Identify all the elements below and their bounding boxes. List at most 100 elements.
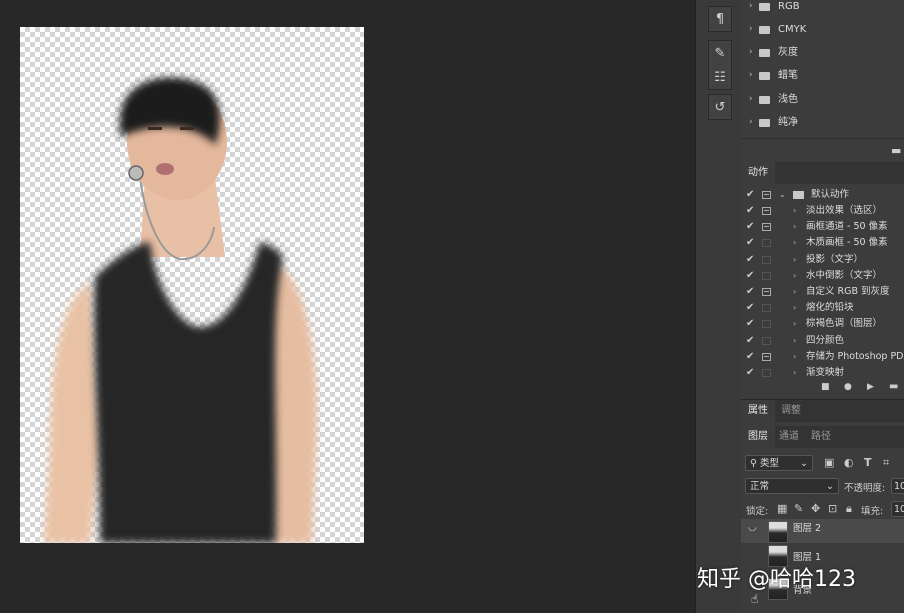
chevron-down-icon[interactable]: ⌄ bbox=[779, 187, 786, 203]
swatch-folder-light[interactable]: › 浅色 bbox=[741, 88, 904, 111]
fill-input[interactable]: 100 bbox=[891, 501, 904, 517]
tab-layers[interactable]: 图层 bbox=[741, 426, 775, 448]
chevron-right-icon[interactable]: › bbox=[793, 284, 796, 300]
chevron-right-icon[interactable]: › bbox=[749, 88, 753, 111]
dialog-toggle-icon[interactable] bbox=[762, 207, 771, 215]
swatch-folder-pastel[interactable]: › 蜡笔 bbox=[741, 64, 904, 87]
document-canvas-area[interactable] bbox=[0, 0, 695, 613]
dialog-toggle-icon[interactable] bbox=[762, 271, 771, 280]
new-set-folder-icon[interactable]: ▬ bbox=[889, 381, 898, 392]
dialog-toggle-icon[interactable] bbox=[762, 288, 771, 296]
brush-settings-icon[interactable]: ✎ bbox=[709, 41, 731, 65]
lock-all-icon[interactable]: 🔒︎ bbox=[846, 502, 852, 516]
check-icon[interactable]: ✔ bbox=[746, 187, 754, 203]
check-icon[interactable]: ✔ bbox=[746, 219, 754, 235]
tab-adjustments[interactable]: 调整 bbox=[774, 400, 808, 422]
action-row[interactable]: ✔ › 淡出效果（选区） bbox=[741, 203, 904, 219]
lock-artboard-icon[interactable]: ⊡ bbox=[828, 502, 837, 515]
eye-icon[interactable]: ◡ bbox=[748, 522, 757, 533]
type-filter-icon[interactable]: T bbox=[864, 456, 872, 469]
dialog-toggle-icon[interactable] bbox=[762, 352, 771, 361]
check-icon[interactable]: ✔ bbox=[746, 203, 754, 219]
action-label: 四分颜色 bbox=[806, 334, 845, 346]
chevron-right-icon[interactable]: › bbox=[793, 365, 796, 381]
lock-image-pixels-icon[interactable]: ✎ bbox=[794, 502, 803, 515]
dialog-toggle-icon[interactable] bbox=[762, 239, 771, 248]
chevron-right-icon[interactable]: › bbox=[793, 203, 796, 219]
dialog-toggle-icon[interactable] bbox=[762, 336, 771, 345]
check-icon[interactable]: ✔ bbox=[746, 252, 754, 268]
chevron-right-icon[interactable]: › bbox=[749, 18, 753, 41]
action-row[interactable]: ✔ › 四分颜色 bbox=[741, 333, 904, 349]
tab-channels[interactable]: 通道 bbox=[772, 426, 806, 448]
check-icon[interactable]: ✔ bbox=[746, 349, 754, 365]
chevron-right-icon[interactable]: › bbox=[793, 316, 796, 332]
swatch-folder-label: 灰度 bbox=[778, 47, 798, 58]
lock-position-icon[interactable]: ✥ bbox=[811, 502, 820, 515]
chevron-right-icon[interactable]: › bbox=[793, 333, 796, 349]
lock-transparent-pixels-icon[interactable]: ▦ bbox=[777, 502, 787, 515]
chevron-right-icon[interactable]: › bbox=[749, 111, 753, 134]
check-icon[interactable]: ✔ bbox=[746, 333, 754, 349]
action-row[interactable]: ✔ › 熔化的铅块 bbox=[741, 300, 904, 316]
dialog-toggle-icon[interactable] bbox=[762, 369, 771, 377]
chevron-right-icon[interactable]: › bbox=[793, 268, 796, 284]
action-row[interactable]: ✔ › 投影（文字） bbox=[741, 252, 904, 268]
folder-icon bbox=[759, 26, 770, 34]
stop-icon[interactable]: ■ bbox=[821, 382, 830, 392]
action-row[interactable]: ✔ › 棕褐色调（图层） bbox=[741, 316, 904, 332]
opacity-input[interactable]: 100 bbox=[891, 478, 904, 494]
tab-properties[interactable]: 属性 bbox=[741, 400, 775, 422]
action-row[interactable]: ✔ › 存储为 Photoshop PDF bbox=[741, 349, 904, 365]
check-icon[interactable]: ✔ bbox=[746, 235, 754, 251]
tab-actions[interactable]: 动作 bbox=[741, 162, 775, 184]
document-image[interactable] bbox=[20, 27, 364, 543]
record-icon[interactable]: ● bbox=[844, 382, 852, 392]
chevron-right-icon[interactable]: › bbox=[793, 235, 796, 251]
check-icon[interactable]: ✔ bbox=[746, 316, 754, 332]
new-folder-icon[interactable]: ▬ bbox=[891, 144, 901, 157]
history-icon[interactable]: ↺ bbox=[709, 95, 731, 119]
adjust-sliders-icon[interactable]: ☷ bbox=[709, 65, 731, 89]
swatch-folder-cmyk[interactable]: › CMYK bbox=[741, 18, 904, 41]
dialog-toggle-icon[interactable] bbox=[762, 223, 771, 232]
swatch-folder-label: 浅色 bbox=[778, 94, 798, 105]
dialog-toggle-icon[interactable] bbox=[762, 320, 771, 329]
chevron-right-icon[interactable]: › bbox=[793, 219, 796, 235]
check-icon[interactable]: ✔ bbox=[746, 365, 754, 381]
chevron-right-icon[interactable]: › bbox=[749, 41, 753, 64]
action-row[interactable]: ✔ › 自定义 RGB 到灰度 bbox=[741, 284, 904, 300]
check-icon[interactable]: ✔ bbox=[746, 268, 754, 284]
dialog-toggle-icon[interactable] bbox=[762, 304, 771, 313]
swatch-folder-pure[interactable]: › 纯净 bbox=[741, 111, 904, 134]
layer-name[interactable]: 图层 2 bbox=[793, 520, 821, 534]
chevron-right-icon[interactable]: › bbox=[793, 300, 796, 316]
swatch-folder-gray[interactable]: › 灰度 bbox=[741, 41, 904, 64]
chevron-right-icon[interactable]: › bbox=[793, 252, 796, 268]
check-icon[interactable]: ✔ bbox=[746, 300, 754, 316]
swatch-folder-rgb[interactable]: › RGB bbox=[741, 0, 904, 18]
chevron-right-icon[interactable]: › bbox=[749, 0, 753, 18]
layer-filter-kind-select[interactable]: ⚲ 类型 ⌄ bbox=[745, 455, 813, 471]
layers-tabbar: 图层 通道 路径 bbox=[741, 426, 904, 448]
tab-paths[interactable]: 路径 bbox=[804, 426, 838, 448]
chevron-right-icon[interactable]: › bbox=[793, 349, 796, 365]
play-icon[interactable]: ▶ bbox=[867, 382, 874, 392]
image-filter-icon[interactable]: ▣ bbox=[824, 456, 834, 469]
layer-row[interactable]: ◡ 图层 2 bbox=[741, 519, 904, 543]
paragraph-icon[interactable]: ¶ bbox=[709, 7, 731, 31]
action-row[interactable]: ✔ › 画框通道 - 50 像素 bbox=[741, 219, 904, 235]
action-row[interactable]: ✔ › 木质画框 - 50 像素 bbox=[741, 235, 904, 251]
adjustment-filter-icon[interactable]: ◐ bbox=[844, 456, 854, 469]
action-row[interactable]: ✔ › 水中倒影（文字） bbox=[741, 268, 904, 284]
paragraph-group: ¶ bbox=[708, 6, 732, 32]
dialog-toggle-icon[interactable] bbox=[762, 255, 771, 264]
action-row[interactable]: ✔ › 渐变映射 bbox=[741, 365, 904, 381]
history-group: ↺ bbox=[708, 94, 732, 120]
chevron-right-icon[interactable]: › bbox=[749, 64, 753, 87]
dialog-toggle-icon[interactable] bbox=[762, 191, 771, 199]
check-icon[interactable]: ✔ bbox=[746, 284, 754, 300]
shape-filter-icon[interactable]: ⌗ bbox=[883, 456, 889, 470]
blend-mode-select[interactable]: 正常 ⌄ bbox=[745, 478, 839, 494]
action-set-row[interactable]: ✔ ⌄ 默认动作 bbox=[741, 187, 904, 203]
